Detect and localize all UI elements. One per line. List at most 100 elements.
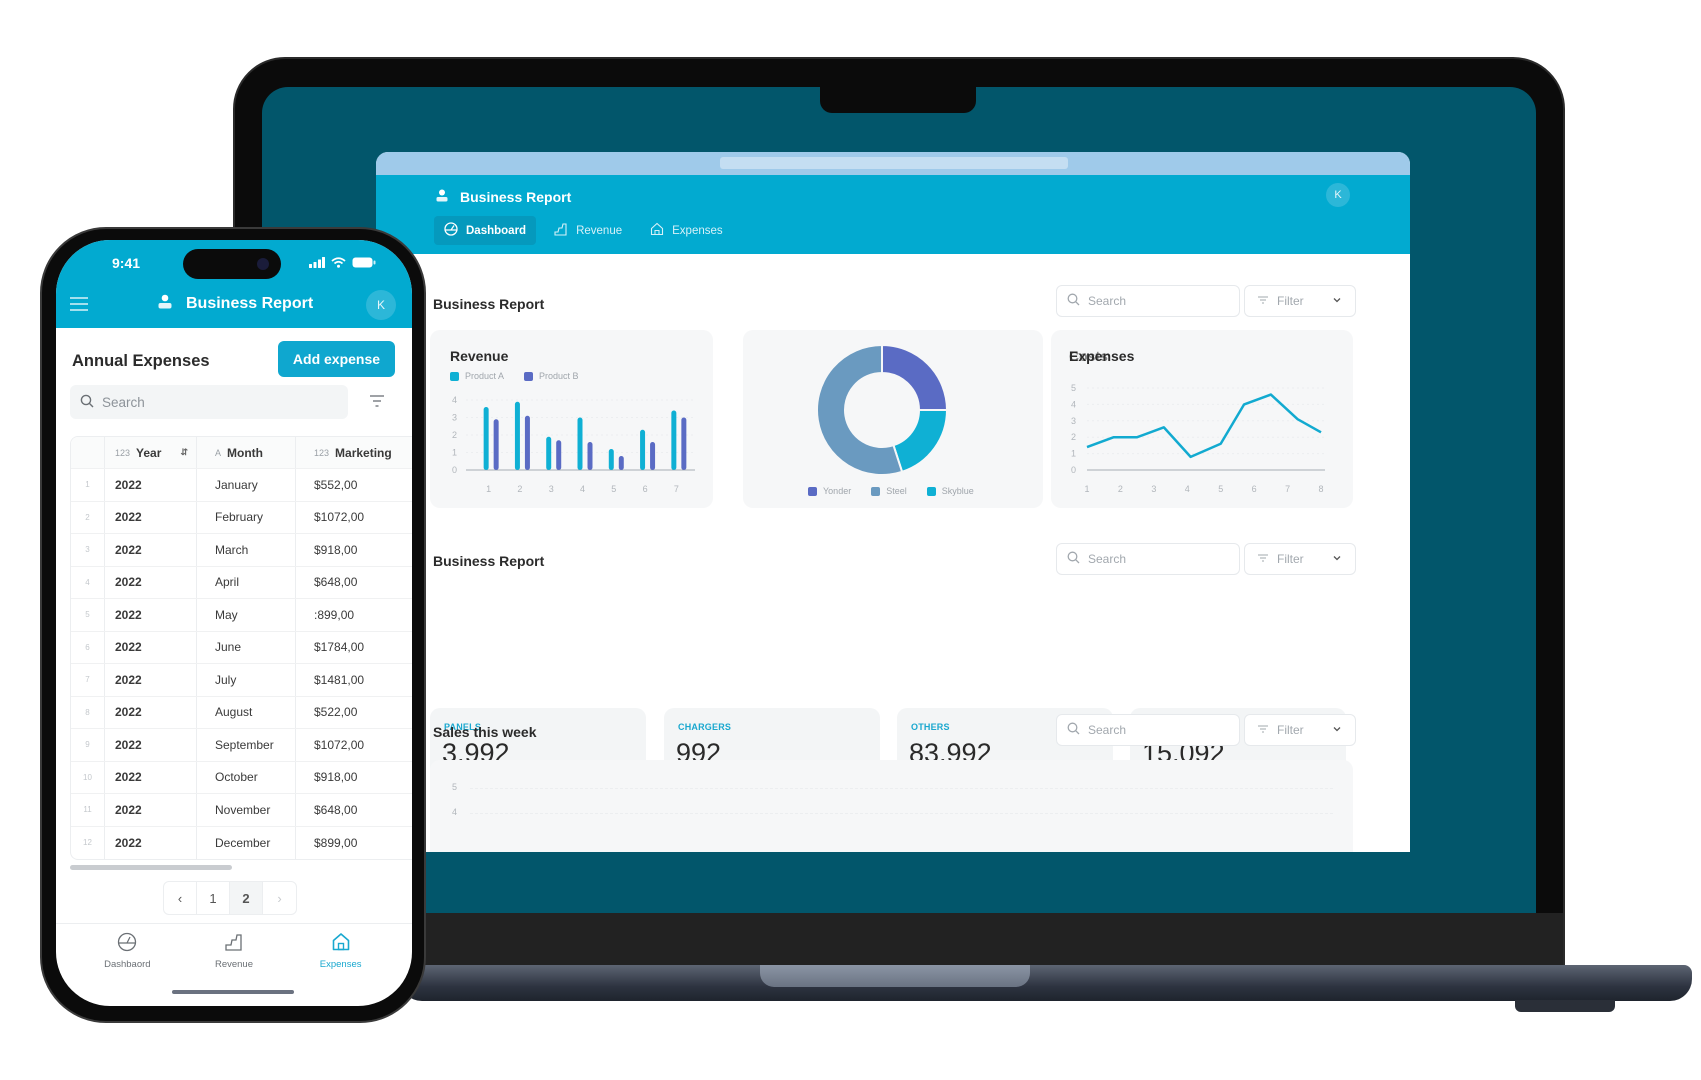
cell-year: 2022 — [105, 566, 197, 598]
table-row[interactable]: 2 2022 February $1072,00 — [71, 501, 412, 534]
table-row[interactable]: 4 2022 April $648,00 — [71, 566, 412, 599]
address-bar[interactable] — [720, 157, 1068, 169]
search-input[interactable]: Search — [1056, 285, 1240, 317]
app-tabs: Dashboard Revenue Expenses — [434, 216, 733, 245]
expenses-line-chart: 0123451 2 3 4 5 6 7 8 — [1071, 383, 1325, 494]
legend-steel: Steel — [871, 486, 907, 497]
cell-year: 2022 — [105, 469, 197, 501]
x-tick-label: 5 — [1218, 484, 1223, 494]
x-tick-label: 8 — [1318, 484, 1323, 494]
cell-month: March — [197, 534, 296, 566]
tab-revenue[interactable]: Revenue — [544, 216, 632, 245]
cell-month: August — [197, 696, 296, 728]
tab-expenses-label: Expenses — [672, 224, 723, 237]
table-row[interactable]: 12 2022 December $899,00 — [71, 826, 412, 859]
cell-year: 2022 — [105, 501, 197, 533]
sort-icon[interactable]: ⇵ — [180, 447, 188, 458]
x-tick-label: 6 — [643, 484, 648, 494]
app-title-text: Business Report — [460, 189, 572, 205]
nav-dashboard[interactable]: Dashbaord — [82, 932, 172, 970]
horizontal-scrollbar[interactable] — [70, 865, 232, 870]
bar-product-a — [577, 417, 583, 470]
status-icons — [309, 255, 376, 273]
table-row[interactable]: 9 2022 September $1072,00 — [71, 729, 412, 762]
avatar[interactable]: K — [1326, 183, 1350, 207]
row-index: 9 — [71, 729, 105, 761]
expenses-table: 123 Year ⇵ A Month 123 Marketing 1 2022 Ja… — [70, 436, 412, 860]
cell-year: 2022 — [105, 826, 197, 859]
laptop-foot — [1515, 1000, 1615, 1012]
table-row[interactable]: 7 2022 July $1481,00 — [71, 664, 412, 697]
x-tick-label: 2 — [517, 484, 522, 494]
page-1-button[interactable]: 1 — [197, 882, 230, 914]
nav-expenses[interactable]: Expenses — [296, 932, 386, 970]
column-header-month[interactable]: A Month — [197, 437, 296, 468]
cell-marketing: :899,00 — [314, 607, 355, 622]
y-tick-label: 1 — [452, 448, 457, 458]
cell-year: 2022 — [105, 794, 197, 826]
hamburger-menu-icon[interactable] — [70, 297, 88, 316]
search-icon — [1067, 293, 1080, 309]
table-row[interactable]: 5 2022 May:899,00 — [71, 599, 412, 632]
row-index: 11 — [71, 794, 105, 826]
search-icon — [1067, 551, 1080, 567]
section-title: Business Report — [433, 553, 545, 569]
search-input[interactable]: Search — [1056, 543, 1240, 575]
column-label: Month — [227, 445, 263, 460]
number-type-icon: 123 — [314, 447, 330, 458]
bar-product-b — [618, 456, 624, 470]
next-page-button[interactable]: › — [263, 882, 296, 914]
table-row[interactable]: 11 2022 November $648,00 — [71, 794, 412, 827]
table-row[interactable]: 6 2022 June $1784,00 — [71, 631, 412, 664]
bar-product-b — [587, 442, 593, 470]
bar-product-b — [493, 419, 499, 470]
prev-page-button[interactable]: ‹ — [164, 882, 197, 914]
search-input[interactable]: Search — [70, 385, 348, 419]
table-row[interactable]: 8 2022 August $522,00 — [71, 696, 412, 729]
column-label: Marketing — [335, 445, 392, 460]
search-placeholder: Search — [1088, 723, 1127, 737]
dashboard-gauge-icon — [117, 932, 137, 955]
table-row[interactable]: 3 2022 March $918,00 — [71, 534, 412, 567]
column-header-marketing[interactable]: 123 Marketing — [296, 437, 412, 468]
gridline — [470, 813, 1333, 814]
phone-header: 9:41 Business Report K — [56, 240, 412, 328]
cell-marketing: $899,00 — [314, 835, 358, 850]
filter-dropdown[interactable]: Filter — [1244, 543, 1356, 575]
page-heading: Annual Expenses — [72, 352, 210, 370]
camera-icon — [257, 258, 269, 270]
cell-year: 2022 — [105, 761, 197, 793]
table-row[interactable]: 1 2022 January $552,00 — [71, 469, 412, 502]
filter-dropdown[interactable]: Filter — [1244, 714, 1356, 746]
x-tick-label: 2 — [1118, 484, 1123, 494]
nav-revenue[interactable]: Revenue — [189, 932, 279, 970]
donut-legend: Yonder Steel Skyblue — [808, 486, 974, 497]
donut-slice-skyblue — [892, 409, 949, 474]
column-label: Year — [136, 445, 162, 460]
nav-label: Expenses — [319, 959, 362, 970]
search-input[interactable]: Search — [1056, 714, 1240, 746]
tab-expenses[interactable]: Expenses — [640, 216, 733, 245]
cell-year: 2022 — [105, 631, 197, 663]
status-time: 9:41 — [112, 255, 141, 271]
chevron-down-icon — [1331, 294, 1343, 309]
laptop-opening-groove — [760, 965, 1030, 987]
dashboard-gauge-icon — [444, 222, 458, 239]
row-index: 4 — [71, 566, 105, 598]
add-expense-button[interactable]: Add expense — [278, 341, 395, 377]
page-2-button[interactable]: 2 — [230, 882, 263, 914]
tab-revenue-label: Revenue — [576, 224, 623, 237]
tab-dashboard[interactable]: Dashboard — [434, 216, 537, 245]
filter-icon[interactable] — [370, 394, 384, 412]
table-row[interactable]: 10 2022 October $918,00 — [71, 761, 412, 794]
x-tick-label: 1 — [486, 484, 491, 494]
dashboard-content: Business Report Search Filter Revenue Pr… — [376, 254, 1410, 852]
avatar[interactable]: K — [366, 290, 396, 320]
laptop-notch — [820, 87, 976, 113]
cell-month: December — [197, 826, 296, 859]
laptop-base — [400, 965, 1692, 1001]
y-tick-label: 5 — [1071, 383, 1076, 393]
filter-dropdown[interactable]: Filter — [1244, 285, 1356, 317]
revenue-stairs-icon — [554, 222, 568, 239]
column-header-year[interactable]: 123 Year ⇵ — [105, 437, 197, 468]
